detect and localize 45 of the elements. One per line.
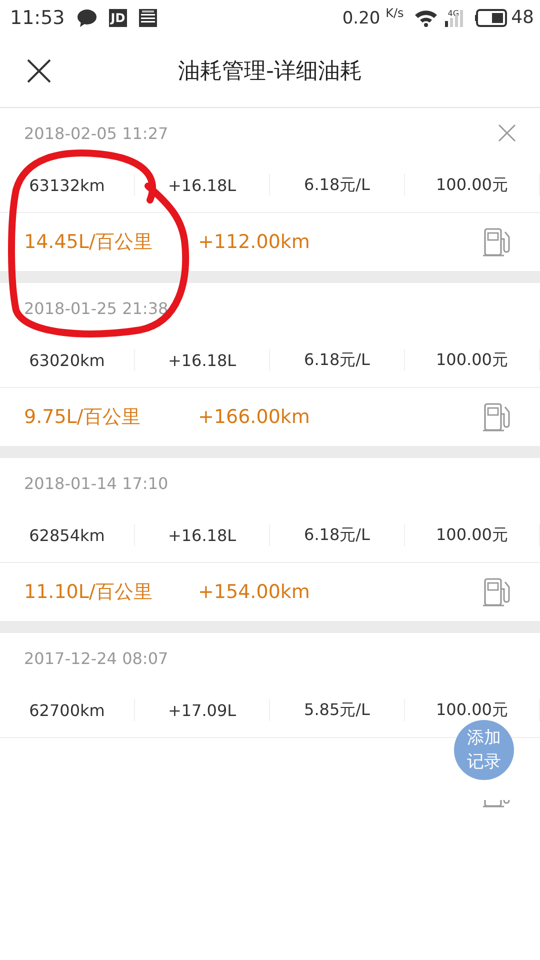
- battery-icon: [475, 8, 508, 26]
- network-speed: 0.20 $^{K/s}$: [342, 6, 404, 29]
- delete-button[interactable]: [498, 124, 516, 142]
- odometer-reading: 63132km: [29, 176, 105, 194]
- wifi-icon: [414, 8, 438, 26]
- fuel-pump-icon[interactable]: [483, 227, 510, 257]
- page-title: 油耗管理-详细油耗: [177, 58, 363, 86]
- add-record-button[interactable]: 添加记录: [454, 720, 514, 780]
- fuel-amount: +16.18L: [168, 526, 236, 544]
- fuel-price: 5.85元/L: [304, 700, 370, 720]
- record-date: 2018-01-25 21:38: [24, 298, 168, 318]
- fuel-pump-icon[interactable]: [483, 800, 510, 808]
- record-date: 2018-01-14 17:10: [24, 474, 168, 492]
- fuel-cost: 100.00元: [436, 174, 508, 196]
- fuel-amount: +16.18L: [168, 350, 236, 370]
- clock-time: 11:53: [10, 6, 65, 28]
- distance-driven: +166.00km: [198, 406, 310, 428]
- fuel-price: 6.18元/L: [304, 524, 370, 546]
- fuel-amount: +17.09L: [168, 700, 236, 720]
- odometer-reading: 62700km: [29, 700, 105, 720]
- app-badge: JD: [108, 8, 128, 26]
- fuel-pump-icon[interactable]: [483, 577, 510, 607]
- fuel-consumption: 14.45L/百公里: [24, 231, 152, 253]
- fuel-cost: 100.00元: [436, 350, 508, 370]
- battery-percent: 48: [511, 7, 534, 28]
- odometer-reading: 62854km: [29, 526, 105, 544]
- close-icon: [498, 124, 516, 142]
- fuel-consumption: 9.75L/百公里: [24, 406, 140, 428]
- chat-bubble-icon: [76, 8, 97, 26]
- record-date: 2017-12-24 08:07: [24, 648, 168, 668]
- fuel-cost: 100.00元: [436, 700, 508, 720]
- fuel-amount: +16.18L: [168, 176, 236, 194]
- close-icon: [27, 59, 51, 83]
- close-button[interactable]: [27, 59, 51, 83]
- fuel-consumption: 11.10L/百公里: [24, 581, 152, 603]
- fuel-pump-icon[interactable]: [483, 402, 510, 432]
- fuel-cost: 100.00元: [436, 524, 508, 546]
- distance-driven: +112.00km: [198, 231, 310, 253]
- fuel-price: 6.18元/L: [304, 350, 370, 370]
- odometer-reading: 63020km: [29, 350, 105, 370]
- distance-driven: +154.00km: [198, 581, 310, 603]
- signal-icon: [445, 8, 466, 26]
- fuel-price: 6.18元/L: [304, 174, 370, 196]
- news-app-icon: [139, 8, 158, 26]
- record-date: 2018-02-05 11:27: [24, 124, 168, 142]
